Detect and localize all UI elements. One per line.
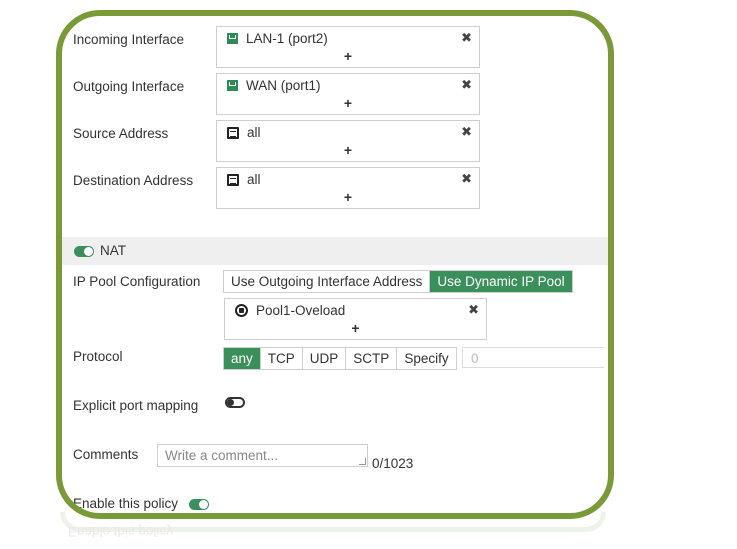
incoming-interface-value: LAN-1 (port2) [246,31,328,46]
policy-panel-frame: Incoming Interface LAN-1 (port2) ✖ + Out… [56,10,614,519]
use-outgoing-interface-address-option[interactable]: Use Outgoing Interface Address [224,271,431,292]
protocol-number-input[interactable]: 0 [462,347,604,368]
policy-form: Incoming Interface LAN-1 (port2) ✖ + Out… [62,16,608,513]
outgoing-interface-label: Outgoing Interface [73,79,185,94]
destination-address-entry[interactable]: all [227,172,261,187]
resize-handle-icon[interactable] [359,458,366,465]
ip-pool-icon [235,304,248,317]
nat-toggle[interactable] [74,246,94,257]
outgoing-interface-field[interactable]: WAN (port1) ✖ + [216,73,480,115]
protocol-option-sctp[interactable]: SCTP [346,348,398,369]
ip-pool-mode-selector: Use Outgoing Interface Address Use Dynam… [223,270,573,293]
explicit-port-mapping-label: Explicit port mapping [73,398,199,413]
ip-pool-entry[interactable]: Pool1-Oveload [235,303,345,318]
comments-counter: 0/1023 [372,456,414,471]
outgoing-interface-value: WAN (port1) [246,78,321,93]
address-object-icon [227,173,239,186]
comments-textarea[interactable]: Write a comment... [157,444,368,467]
incoming-interface-label: Incoming Interface [73,32,185,47]
remove-destination-address-icon[interactable]: ✖ [461,171,472,187]
destination-address-field[interactable]: all ✖ + [216,167,480,209]
remove-ip-pool-icon[interactable]: ✖ [468,302,479,318]
destination-address-value: all [247,172,261,187]
protocol-option-any[interactable]: any [224,348,261,369]
remove-incoming-interface-icon[interactable]: ✖ [461,30,472,46]
ip-pool-configuration-label: IP Pool Configuration [73,274,201,289]
use-dynamic-ip-pool-option[interactable]: Use Dynamic IP Pool [430,271,572,292]
protocol-option-specify[interactable]: Specify [397,348,456,369]
source-address-field[interactable]: all ✖ + [216,120,480,162]
address-object-icon [227,126,239,139]
add-outgoing-interface-icon[interactable]: + [217,95,479,111]
incoming-interface-entry[interactable]: LAN-1 (port2) [227,31,328,46]
outgoing-interface-entry[interactable]: WAN (port1) [227,78,321,93]
remove-outgoing-interface-icon[interactable]: ✖ [461,77,472,93]
add-ip-pool-icon[interactable]: + [225,320,486,336]
protocol-label: Protocol [73,349,123,364]
protocol-option-udp[interactable]: UDP [302,348,347,369]
nat-section-header: NAT [62,237,608,265]
ip-pool-value: Pool1-Oveload [256,303,346,318]
interface-port-icon [227,80,238,91]
enable-policy-label: Enable this policy [73,496,179,511]
reflection-text: Enable this policy [68,524,174,539]
source-address-entry[interactable]: all [227,125,261,140]
protocol-option-tcp[interactable]: TCP [260,348,303,369]
comments-label: Comments [73,447,139,462]
protocol-selector: any TCP UDP SCTP Specify [223,347,457,370]
enable-policy-toggle[interactable] [189,499,209,510]
comments-placeholder: Write a comment... [165,448,279,463]
interface-port-icon [227,33,238,44]
remove-source-address-icon[interactable]: ✖ [461,124,472,140]
destination-address-label: Destination Address [73,173,194,188]
nat-label: NAT [100,243,126,258]
add-source-address-icon[interactable]: + [217,142,479,158]
add-incoming-interface-icon[interactable]: + [217,48,479,64]
incoming-interface-field[interactable]: LAN-1 (port2) ✖ + [216,26,480,68]
add-destination-address-icon[interactable]: + [217,189,479,205]
source-address-value: all [247,125,261,140]
explicit-port-mapping-toggle[interactable] [225,397,245,408]
ip-pool-field[interactable]: Pool1-Oveload ✖ + [224,298,487,340]
source-address-label: Source Address [73,126,169,141]
